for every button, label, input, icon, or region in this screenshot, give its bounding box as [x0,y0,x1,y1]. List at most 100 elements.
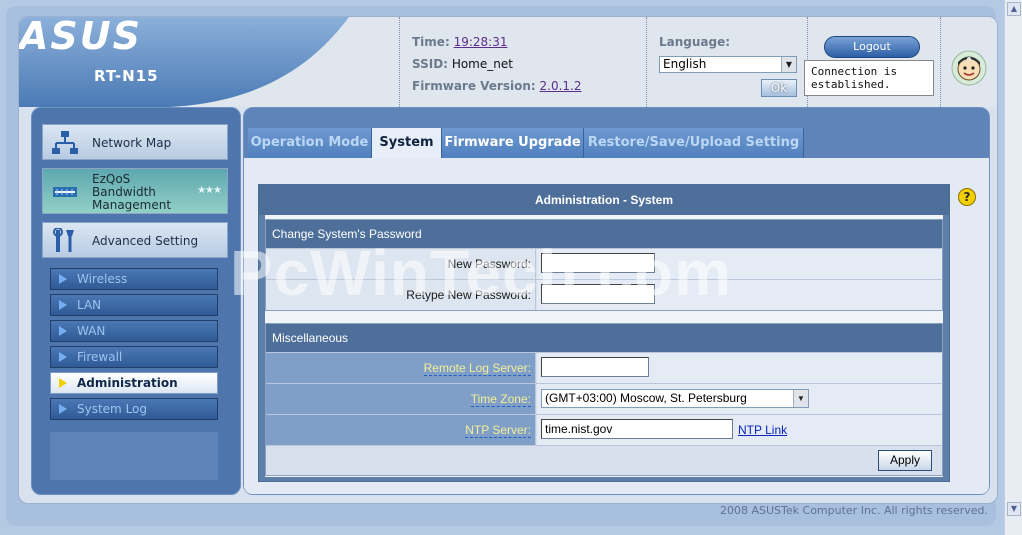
firmware-link[interactable]: 2.0.1.2 [540,79,582,93]
sidebar-item-network-map[interactable]: Network Map [42,124,228,160]
logout-button[interactable]: Logout [824,36,920,58]
sidebar-item-label: Network Map [92,136,172,150]
main-content: Operation Mode System Firmware Upgrade R… [243,107,990,495]
form-row: New Password: [266,248,942,279]
remote-log-label[interactable]: Remote Log Server: [266,353,536,383]
model-name: RT-N15 [94,67,159,85]
footer-copyright: 2008 ASUSTek Computer Inc. All rights re… [720,504,988,517]
apply-row: Apply [266,445,942,475]
scroll-up-icon[interactable]: ▲ [1007,2,1021,16]
page-title: Administration - System [259,185,949,215]
triangle-right-icon [59,300,67,310]
triangle-right-icon [59,274,67,284]
connection-mascot-icon [951,50,987,86]
timezone-select[interactable]: (GMT+03:00) Moscow, St. Petersburg ▼ [541,389,809,408]
form-row: Time Zone: (GMT+03:00) Moscow, St. Peter… [266,383,942,414]
form-row: NTP Server: time.nist.gov NTP Link [266,414,942,445]
form-row: Remote Log Server: [266,352,942,383]
asus-logo: ASUS [19,17,142,57]
ntp-link[interactable]: NTP Link [738,423,787,437]
tools-icon [53,228,74,252]
triangle-right-icon [59,378,67,388]
sidebar-item-label: Advanced Setting [92,234,199,248]
time-link[interactable]: 19:28:31 [454,35,508,49]
sidebar-filler [50,432,218,480]
sidebar-item-wireless[interactable]: Wireless [50,268,218,290]
sidebar-item-lan[interactable]: LAN [50,294,218,316]
sidebar-item-wan[interactable]: WAN [50,320,218,342]
sidebar-item-advanced-setting[interactable]: Advanced Setting [42,222,228,258]
language-ok-button[interactable]: Ok [761,79,797,97]
ntp-label[interactable]: NTP Server: [266,415,536,445]
password-section: Change System's Password New Password: R… [265,219,943,311]
sidebar-item-administration[interactable]: Administration [50,372,218,394]
timezone-label[interactable]: Time Zone: [266,384,536,414]
ntp-label-text[interactable]: NTP Server: [465,423,531,438]
tab-system[interactable]: System [372,128,442,158]
sidebar-item-label: LAN [77,298,102,312]
form-row: Retype New Password: [266,279,942,310]
retype-password-input[interactable] [541,284,655,304]
ezqos-label: EzQoS Bandwidth Management [92,173,171,212]
stars-icon: ★★★ [197,185,222,196]
firmware-label: Firmware Version: [412,79,536,93]
help-icon[interactable]: ? [958,188,976,206]
scroll-down-icon[interactable]: ▼ [1007,502,1021,516]
sidebar-item-label: System Log [77,402,147,416]
network-map-icon [52,131,78,154]
ssid-label: SSID: [412,57,448,71]
field-cell [537,280,942,310]
timezone-label-text[interactable]: Time Zone: [470,392,531,407]
sidebar-item-label: Wireless [77,272,128,286]
sidebar-item-ezqos[interactable]: EzQoS Bandwidth Management ★★★ [42,168,228,214]
sidebar: Network Map EzQoS Bandwidth Management ★… [31,107,241,495]
connection-status-bubble: Connection is established. [804,60,934,96]
chevron-down-icon[interactable]: ▼ [793,390,808,407]
triangle-right-icon [59,404,67,414]
new-password-input[interactable] [541,253,655,273]
tab-restore-save-upload[interactable]: Restore/Save/Upload Setting [584,128,804,158]
svg-text:ASUS: ASUS [19,17,142,57]
router-frame: ASUS RT-N15 Time: 19:28:31 SSID: Home_ne… [6,6,998,526]
sidebar-item-system-log[interactable]: System Log [50,398,218,420]
logo-area: ASUS RT-N15 [19,17,439,107]
remote-log-label-text[interactable]: Remote Log Server: [423,361,531,376]
user-area: Logout Connection is established. [804,17,941,107]
field-cell: (GMT+03:00) Moscow, St. Petersburg ▼ [537,384,942,414]
language-select[interactable]: English ▼ [659,56,797,73]
header: ASUS RT-N15 Time: 19:28:31 SSID: Home_ne… [19,17,997,107]
language-value: English [663,57,707,71]
sidebar-item-firewall[interactable]: Firewall [50,346,218,368]
ezqos-line: Management [92,198,172,212]
chevron-down-icon[interactable]: ▼ [781,57,796,72]
tab-firmware-upgrade[interactable]: Firmware Upgrade [442,128,584,158]
field-cell [537,353,942,383]
sidebar-item-label: Administration [77,376,178,390]
sidebar-item-label: Firewall [77,350,123,364]
router-panel: ASUS RT-N15 Time: 19:28:31 SSID: Home_ne… [18,16,998,504]
tab-operation-mode[interactable]: Operation Mode [248,128,372,158]
field-cell: time.nist.gov NTP Link [537,415,942,445]
language-area: Language: English ▼ Ok [646,17,808,107]
timezone-value: (GMT+03:00) Moscow, St. Petersburg [545,391,747,405]
section-heading: Miscellaneous [266,324,942,352]
content-area: ? Administration - System Change System'… [244,158,989,494]
sidebar-item-label: WAN [77,324,106,338]
ntp-server-input[interactable]: time.nist.gov [541,419,733,439]
remote-log-input[interactable] [541,357,649,377]
triangle-right-icon [59,326,67,336]
administration-box: Administration - System Change System's … [258,184,950,482]
status-info: Time: 19:28:31 SSID: Home_net Firmware V… [399,17,647,107]
browser-viewport: ASUS RT-N15 Time: 19:28:31 SSID: Home_ne… [0,0,1022,535]
language-label: Language: [659,35,731,49]
time-label: Time: [412,35,450,49]
field-cell [537,249,942,279]
vertical-scrollbar[interactable]: ▲ ▼ [1004,0,1022,535]
triangle-right-icon [59,352,67,362]
misc-section: Miscellaneous Remote Log Server: Time Zo… [265,323,943,476]
ezqos-icon [53,187,77,197]
apply-button[interactable]: Apply [878,450,932,471]
section-heading: Change System's Password [266,220,942,248]
ssid-value: Home_net [451,57,513,71]
new-password-label: New Password: [266,249,536,279]
